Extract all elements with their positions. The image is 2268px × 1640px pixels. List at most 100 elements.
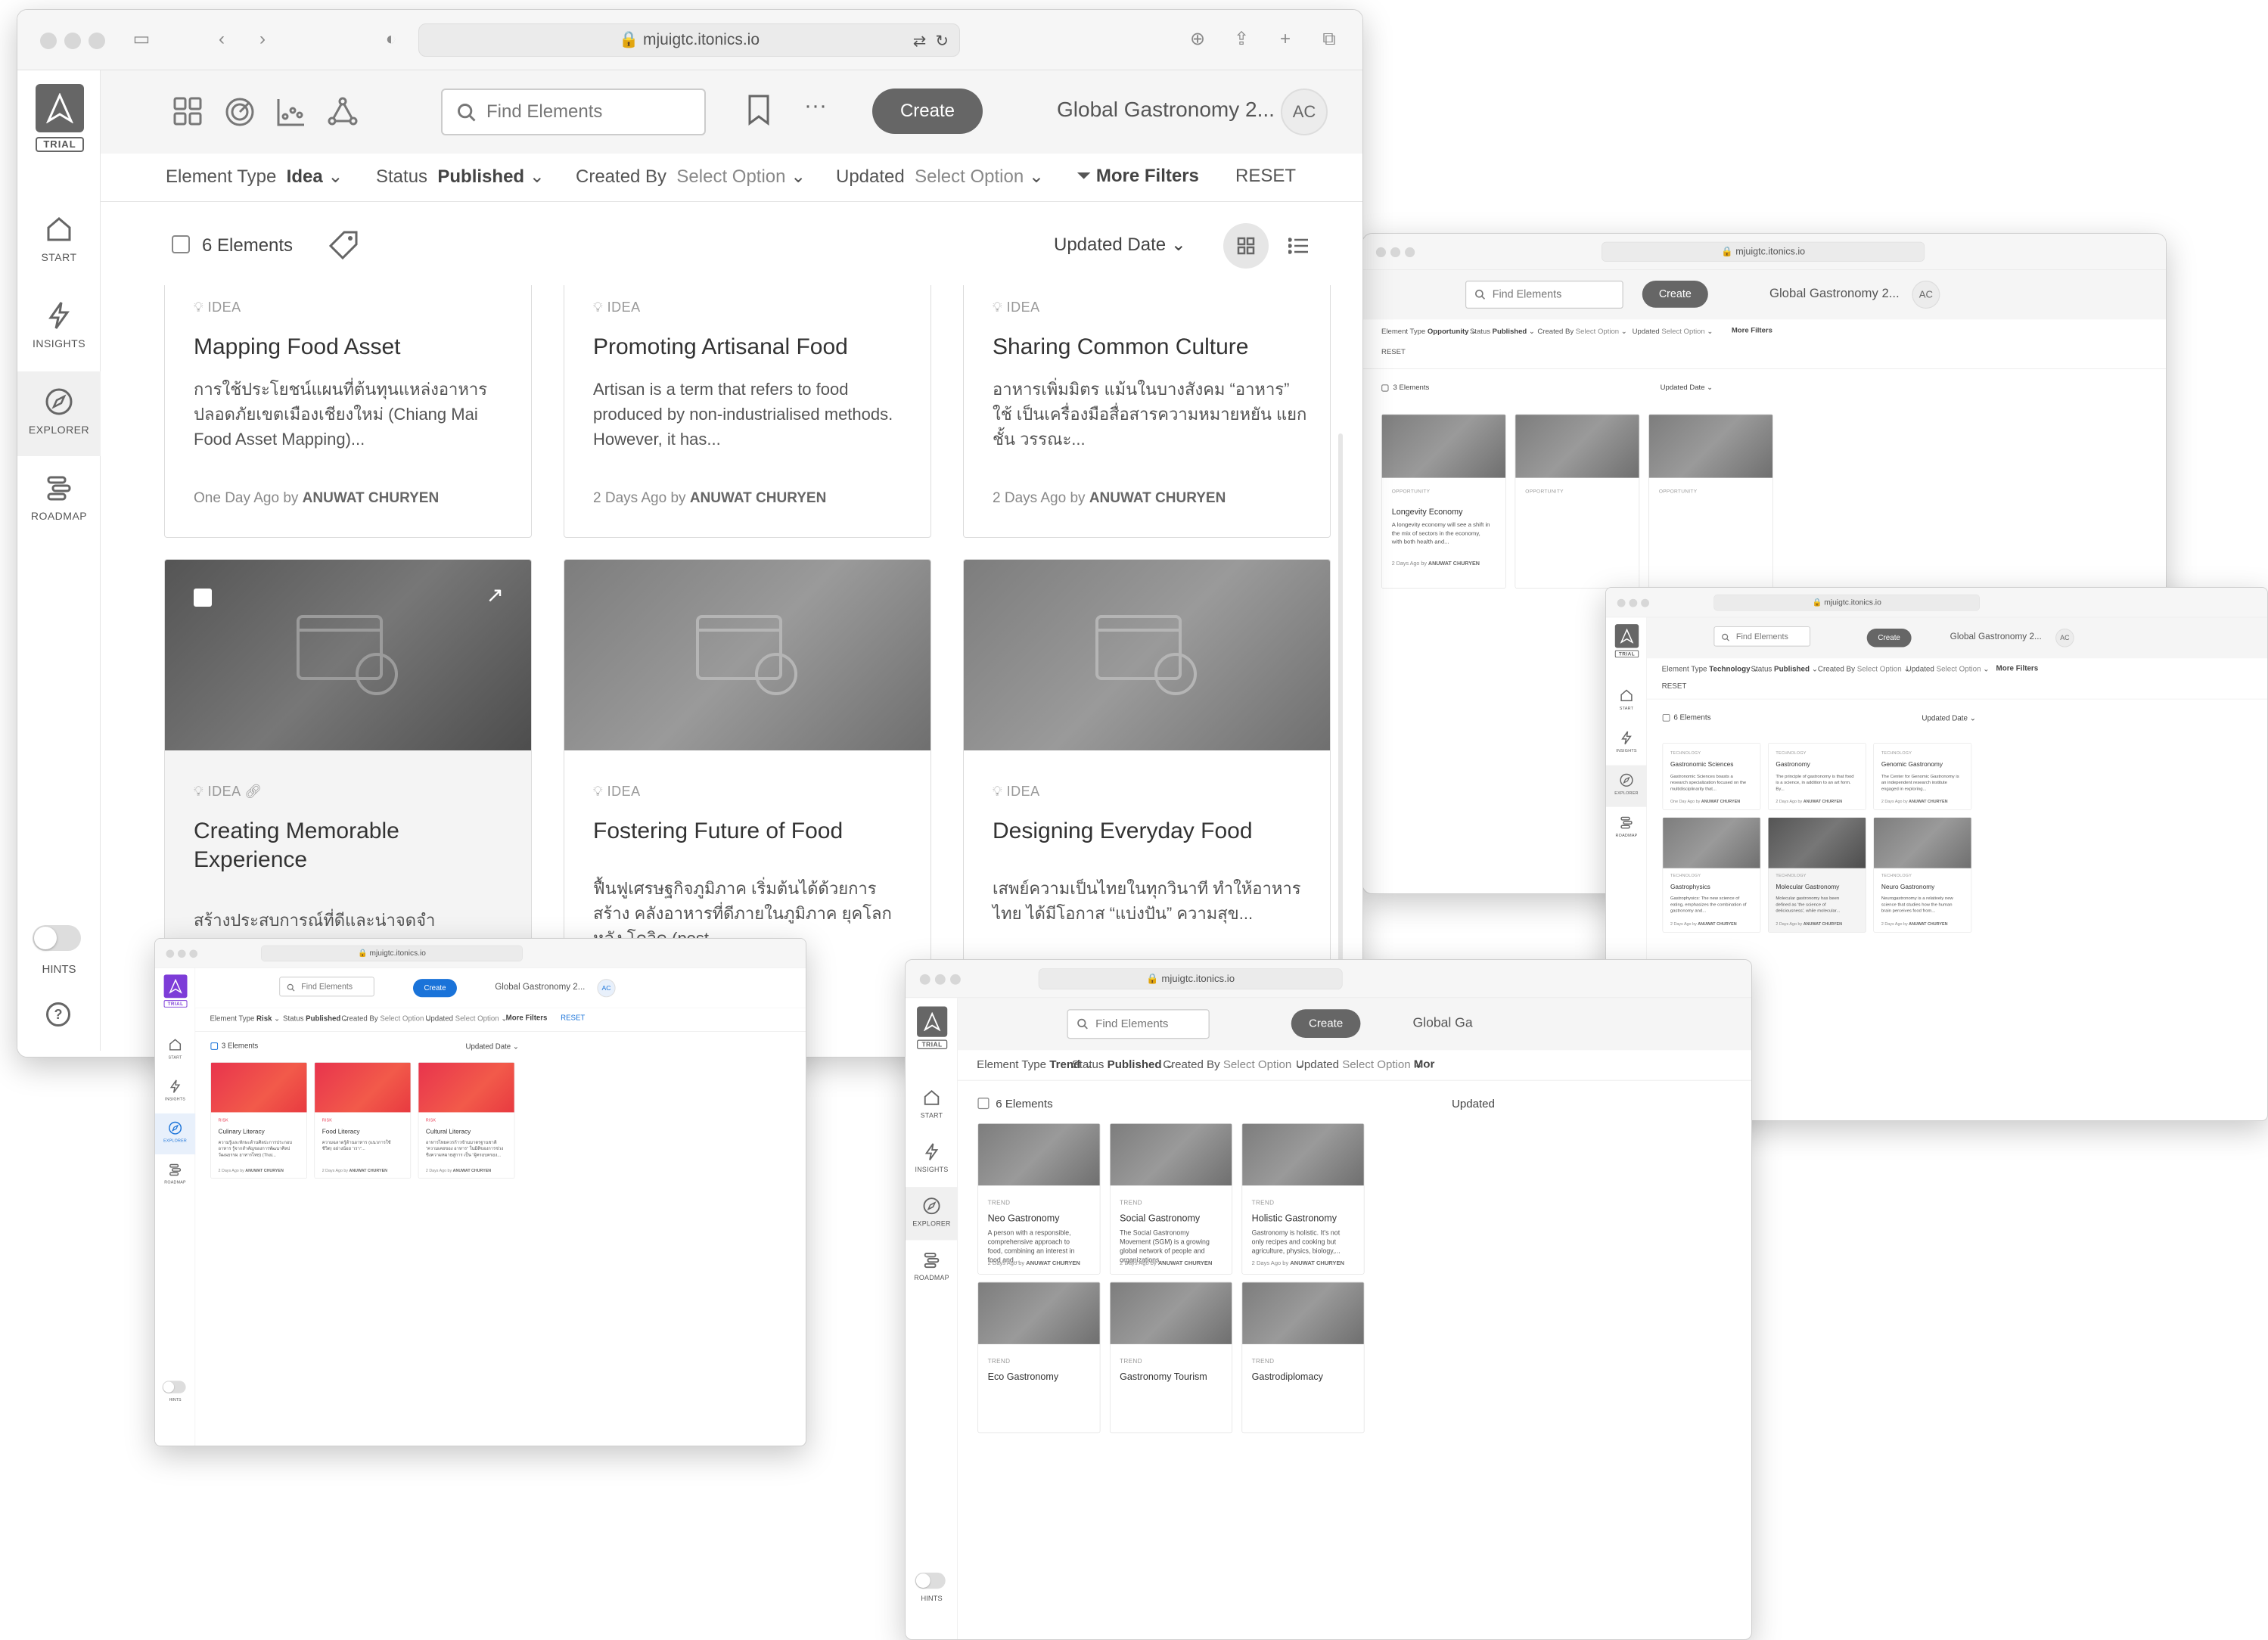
- card-title[interactable]: Promoting Artisanal Food: [593, 333, 908, 362]
- app-logo[interactable]: [1614, 624, 1639, 648]
- status-filter[interactable]: Status Published ⌄: [1751, 664, 1817, 673]
- help-icon[interactable]: ?: [46, 1002, 70, 1027]
- select-all-checkbox[interactable]: [977, 1098, 990, 1110]
- chart-icon[interactable]: [275, 95, 308, 129]
- element-type-filter[interactable]: Element Type Risk ⌄: [210, 1014, 280, 1023]
- status-filter[interactable]: Status Published ⌄: [1072, 1058, 1175, 1071]
- workspace-name[interactable]: Global Gastronomy 2...: [1057, 98, 1275, 122]
- card-title[interactable]: Holistic Gastronomy: [1252, 1212, 1350, 1224]
- address-bar[interactable]: 🔒 mjuigtc.itonics.io: [1602, 241, 1925, 262]
- status-filter[interactable]: Status Published ⌄: [1470, 327, 1535, 336]
- avatar[interactable]: AC: [597, 979, 616, 998]
- reload-icon[interactable]: ↻: [935, 32, 949, 51]
- created-by-filter[interactable]: Created By Select Option ⌄: [1818, 664, 1910, 673]
- search-input[interactable]: Find Elements: [1067, 1009, 1210, 1039]
- select-all-checkbox[interactable]: [1381, 384, 1389, 392]
- nav-explorer[interactable]: EXPLORER: [155, 1113, 196, 1154]
- more-filters-button[interactable]: Mor: [1414, 1058, 1435, 1071]
- status-filter[interactable]: Status Published ⌄: [283, 1014, 349, 1023]
- nav-roadmap[interactable]: ROADMAP: [1606, 808, 1647, 850]
- card-title[interactable]: Gastrodiplomacy: [1252, 1371, 1350, 1383]
- nav-insights[interactable]: INSIGHTS: [155, 1072, 195, 1113]
- element-card[interactable]: TREND Neo Gastronomy A person with a res…: [977, 1123, 1101, 1275]
- card-title[interactable]: Cultural Literacy: [426, 1128, 503, 1136]
- minimize-dot[interactable]: [1390, 247, 1401, 258]
- created-by-filter[interactable]: Created By Select Option ⌄: [1163, 1058, 1304, 1071]
- card-title[interactable]: Culinary Literacy: [219, 1128, 296, 1136]
- radar-icon[interactable]: [223, 95, 256, 129]
- card-title[interactable]: Sharing Common Culture: [993, 333, 1307, 362]
- select-all-checkbox[interactable]: [172, 235, 190, 253]
- network-icon[interactable]: [326, 95, 359, 129]
- tabs-overview-icon[interactable]: ⧉: [1319, 30, 1340, 49]
- avatar[interactable]: AC: [1281, 89, 1328, 135]
- list-view-icon[interactable]: [1288, 237, 1308, 255]
- minimize-dot[interactable]: [934, 974, 946, 985]
- dashboard-grid-icon[interactable]: [172, 95, 205, 129]
- reset-button[interactable]: RESET: [561, 1014, 585, 1022]
- element-card[interactable]: TREND Gastronomy Tourism: [1109, 1281, 1232, 1433]
- more-filters-button[interactable]: More Filters: [1996, 664, 2039, 672]
- app-logo[interactable]: [163, 974, 188, 999]
- reset-button[interactable]: RESET: [1381, 348, 1406, 356]
- workspace-name[interactable]: Global Gastronomy 2...: [1950, 632, 2042, 642]
- card-title[interactable]: Gastronomy: [1776, 760, 1854, 769]
- workspace-name[interactable]: Global Gastronomy 2...: [495, 982, 585, 992]
- element-card[interactable]: 💡︎ IDEA Mapping Food Asset การใช้ประโยชน…: [164, 285, 532, 538]
- search-input[interactable]: Find Elements: [1713, 626, 1811, 647]
- element-card[interactable]: TECHNOLOGY Molecular Gastronomy Molecula…: [1768, 817, 1866, 933]
- element-card[interactable]: 💡︎ IDEA Sharing Common Culture อาหารเพิ่…: [963, 285, 1331, 538]
- card-title[interactable]: Designing Everyday Food: [993, 817, 1307, 846]
- browser-window-risk[interactable]: 🔒 mjuigtc.itonics.io TRIAL START INSIGHT…: [154, 938, 806, 1446]
- address-bar[interactable]: 🔒 mjuigtc.itonics.io: [261, 945, 523, 961]
- reset-button[interactable]: RESET: [1235, 166, 1296, 187]
- updated-filter[interactable]: Updated Select Option ⌄: [1633, 327, 1713, 336]
- close-dot[interactable]: [1375, 247, 1387, 258]
- search-input[interactable]: Find Elements: [1465, 281, 1623, 309]
- avatar[interactable]: AC: [2055, 629, 2074, 648]
- element-card[interactable]: RISK Cultural Literacy อาหารไทยควรก้าวข้…: [418, 1062, 515, 1179]
- element-card[interactable]: RISK Culinary Literacy ความรู้และทักษะด้…: [210, 1062, 307, 1179]
- card-title[interactable]: Fostering Future of Food: [593, 817, 908, 846]
- card-title[interactable]: Eco Gastronomy: [988, 1371, 1086, 1383]
- more-options-icon[interactable]: ···: [804, 93, 827, 119]
- zoom-dot[interactable]: [189, 949, 198, 958]
- element-card[interactable]: TECHNOLOGY Gastrophysics Gastrophysics: …: [1662, 817, 1761, 933]
- nav-roadmap[interactable]: ROADMAP: [906, 1241, 958, 1294]
- element-type-filter[interactable]: Element Type Technology ⌄: [1662, 664, 1759, 673]
- created-by-filter[interactable]: Created By Select Option ⌄: [1537, 327, 1626, 336]
- zoom-dot[interactable]: [1641, 598, 1649, 607]
- avatar[interactable]: AC: [1912, 281, 1940, 309]
- search-input[interactable]: Find Elements: [441, 89, 706, 135]
- hints-toggle[interactable]: [33, 925, 81, 951]
- create-button[interactable]: Create: [1291, 1009, 1361, 1038]
- sort-dropdown[interactable]: Updated Date ⌄: [1922, 713, 1976, 722]
- tag-icon[interactable]: [328, 229, 359, 261]
- minimize-dot[interactable]: [177, 949, 186, 958]
- close-dot[interactable]: [166, 949, 175, 958]
- nav-explorer[interactable]: EXPLORER: [1606, 765, 1648, 807]
- card-title[interactable]: Gastronomic Sciences: [1670, 760, 1749, 769]
- reset-button[interactable]: RESET: [1662, 682, 1687, 691]
- zoom-dot[interactable]: [89, 33, 105, 49]
- more-filters-button[interactable]: More Filters: [506, 1014, 548, 1022]
- nav-start[interactable]: START: [17, 199, 101, 284]
- element-card[interactable]: TREND Eco Gastronomy: [977, 1281, 1101, 1433]
- created-by-filter[interactable]: Created By Select Option ⌄: [341, 1014, 432, 1023]
- nav-insights[interactable]: INSIGHTS: [17, 285, 101, 370]
- app-logo[interactable]: [917, 1006, 948, 1037]
- more-filters-button[interactable]: ⏷ More Filters: [1077, 166, 1199, 187]
- app-logo[interactable]: [36, 84, 84, 132]
- bookmark-icon[interactable]: [742, 93, 775, 126]
- nav-insights[interactable]: INSIGHTS: [1606, 723, 1647, 765]
- updated-filter[interactable]: Updated Select Option ⌄: [1906, 664, 1990, 673]
- address-bar[interactable]: 🔒 mjuigtc.itonics.io: [1713, 594, 1980, 611]
- card-title[interactable]: Mapping Food Asset: [194, 333, 508, 362]
- create-button[interactable]: Create: [1866, 629, 1912, 648]
- card-title[interactable]: Gastrophysics: [1670, 883, 1749, 891]
- zoom-dot[interactable]: [950, 974, 961, 985]
- more-filters-button[interactable]: More Filters: [1732, 327, 1772, 335]
- card-title[interactable]: Gastronomy Tourism: [1120, 1371, 1217, 1383]
- close-dot[interactable]: [919, 974, 931, 985]
- create-button[interactable]: Create: [872, 89, 983, 134]
